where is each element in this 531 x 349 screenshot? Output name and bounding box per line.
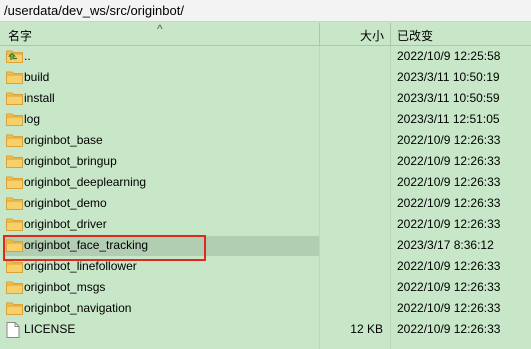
file-modified: 2023/3/11 12:51:05 <box>397 112 500 126</box>
file-name: originbot_navigation <box>24 301 132 315</box>
file-name: originbot_driver <box>24 217 107 231</box>
folder-icon <box>6 112 23 126</box>
folder-icon <box>6 70 23 84</box>
file-size: 12 KB <box>350 322 383 336</box>
file-modified: 2023/3/11 10:50:59 <box>397 91 500 105</box>
file-modified: 2023/3/17 8:36:12 <box>397 238 494 252</box>
file-modified: 2022/10/9 12:26:33 <box>397 322 501 336</box>
path-text[interactable]: /userdata/dev_ws/src/originbot/ <box>4 3 184 18</box>
file-name: LICENSE <box>24 322 76 336</box>
parent-folder-icon <box>6 49 23 63</box>
file-row[interactable]: originbot_driver 2022/10/9 12:26:33 <box>0 214 531 235</box>
column-divider[interactable] <box>390 23 391 45</box>
file-row[interactable]: originbot_demo 2022/10/9 12:26:33 <box>0 193 531 214</box>
path-bar[interactable]: /userdata/dev_ws/src/originbot/ <box>0 0 531 22</box>
file-name: originbot_demo <box>24 196 107 210</box>
file-modified: 2022/10/9 12:26:33 <box>397 133 501 147</box>
file-modified: 2022/10/9 12:26:33 <box>397 217 501 231</box>
folder-icon <box>6 154 23 168</box>
file-name: originbot_base <box>24 133 103 147</box>
file-modified: 2022/10/9 12:26:33 <box>397 301 501 315</box>
folder-icon <box>6 301 23 315</box>
file-modified: 2022/10/9 12:26:33 <box>397 259 501 273</box>
column-header-modified[interactable]: 已改变 <box>397 27 433 44</box>
file-name: build <box>24 70 50 84</box>
folder-icon <box>6 133 23 147</box>
file-icon <box>6 322 23 338</box>
file-row[interactable]: build 2023/3/11 10:50:19 <box>0 67 531 88</box>
file-row[interactable]: install 2023/3/11 10:50:59 <box>0 88 531 109</box>
file-name: install <box>24 91 55 105</box>
column-header-size[interactable]: 大小 <box>320 27 384 44</box>
file-row[interactable]: originbot_bringup 2022/10/9 12:26:33 <box>0 151 531 172</box>
file-modified: 2022/10/9 12:26:33 <box>397 196 501 210</box>
file-modified: 2022/10/9 12:26:33 <box>397 154 501 168</box>
folder-icon <box>6 175 23 189</box>
folder-icon <box>6 91 23 105</box>
sort-ascending-icon: ^ <box>157 22 163 36</box>
folder-icon <box>6 259 23 273</box>
file-name: .. <box>24 49 31 63</box>
file-modified: 2022/10/9 12:25:58 <box>397 49 501 63</box>
file-row[interactable]: LICENSE 12 KB 2022/10/9 12:26:33 <box>0 319 531 340</box>
file-modified: 2022/10/9 12:26:33 <box>397 280 501 294</box>
file-row[interactable]: originbot_msgs 2022/10/9 12:26:33 <box>0 277 531 298</box>
file-row[interactable]: log 2023/3/11 12:51:05 <box>0 109 531 130</box>
column-header: 名字 ^ 大小 已改变 <box>0 22 531 46</box>
file-name: originbot_deeplearning <box>24 175 147 189</box>
annotation-highlight-box <box>3 235 206 261</box>
folder-icon <box>6 217 23 231</box>
file-modified: 2022/10/9 12:26:33 <box>397 175 501 189</box>
file-row[interactable]: originbot_navigation 2022/10/9 12:26:33 <box>0 298 531 319</box>
file-name: originbot_linefollower <box>24 259 137 273</box>
file-name: originbot_bringup <box>24 154 117 168</box>
file-modified: 2023/3/11 10:50:19 <box>397 70 500 84</box>
file-row[interactable]: .. 2022/10/9 12:25:58 <box>0 46 531 67</box>
file-row[interactable]: originbot_deeplearning 2022/10/9 12:26:33 <box>0 172 531 193</box>
file-name: originbot_msgs <box>24 280 106 294</box>
column-header-name[interactable]: 名字 <box>8 27 32 44</box>
folder-icon <box>6 280 23 294</box>
folder-icon <box>6 196 23 210</box>
file-name: log <box>24 112 41 126</box>
file-row[interactable]: originbot_base 2022/10/9 12:26:33 <box>0 130 531 151</box>
